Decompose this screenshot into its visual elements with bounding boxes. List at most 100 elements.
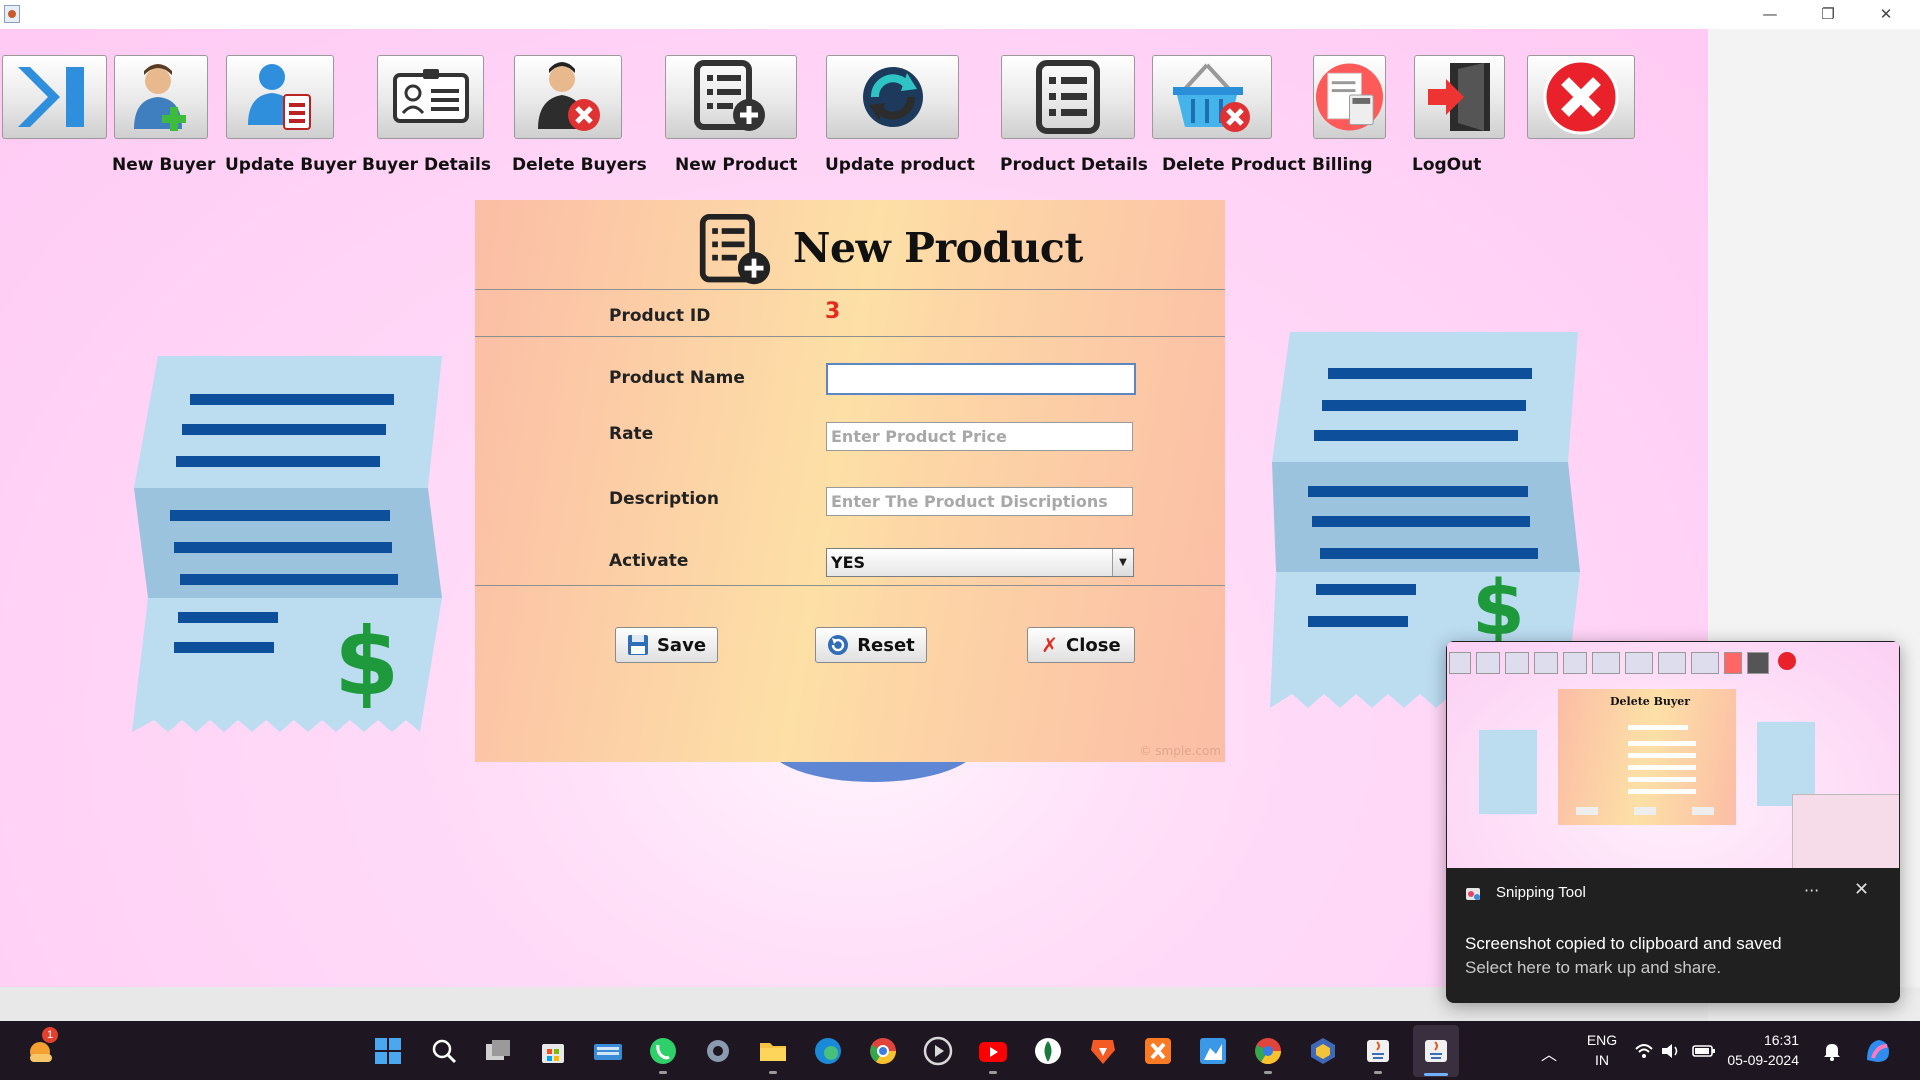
delete-buyers-button[interactable] xyxy=(514,55,622,139)
task-view-icon[interactable] xyxy=(482,1035,514,1067)
restore-button[interactable]: ❐ xyxy=(1799,0,1857,29)
settings-gear-icon[interactable] xyxy=(702,1035,734,1067)
chrome-icon[interactable] xyxy=(867,1035,899,1067)
notification-close-icon[interactable]: ✕ xyxy=(1854,879,1869,900)
notification-bell-icon[interactable] xyxy=(1820,1035,1844,1067)
new-product-panel: New Product Product ID 3 Product Name Ra… xyxy=(475,200,1225,762)
mongodb-icon[interactable] xyxy=(1032,1035,1064,1067)
update-buyer-button[interactable] xyxy=(226,55,334,139)
billing-icon xyxy=(1315,63,1384,131)
running-indicator xyxy=(1264,1071,1272,1074)
snipping-tool-notification[interactable]: Delete Buyer Snipping Tool ··· ✕ Screens… xyxy=(1446,641,1900,1003)
description-input[interactable] xyxy=(826,487,1133,516)
notification-app-name: Snipping Tool xyxy=(1496,884,1586,901)
media-player-icon[interactable] xyxy=(922,1035,954,1067)
rate-input[interactable] xyxy=(826,422,1133,451)
billing-button[interactable] xyxy=(1313,55,1386,139)
java-app-icon xyxy=(4,5,20,23)
keyboard-app-icon[interactable] xyxy=(592,1035,624,1067)
exit-button[interactable] xyxy=(1527,55,1635,139)
language-line1[interactable]: ENG xyxy=(1582,1032,1622,1048)
delete-product-button[interactable] xyxy=(1152,55,1272,139)
windows-start-icon[interactable] xyxy=(372,1035,404,1067)
reset-icon xyxy=(828,635,849,655)
running-indicator xyxy=(659,1071,667,1074)
activate-select[interactable]: YES ▼ xyxy=(826,548,1134,577)
new-product-button[interactable] xyxy=(665,55,797,139)
save-button[interactable]: Save xyxy=(615,627,718,663)
language-line2[interactable]: IN xyxy=(1582,1052,1622,1068)
microsoft-store-icon[interactable] xyxy=(537,1035,569,1067)
close-window-button[interactable]: ✕ xyxy=(1857,0,1915,29)
logout-door-icon xyxy=(1427,63,1490,131)
delete-user-icon xyxy=(538,62,600,131)
wifi-icon[interactable] xyxy=(1633,1035,1655,1067)
search-icon[interactable] xyxy=(428,1035,460,1067)
delete-buyers-label: Delete Buyers xyxy=(512,155,647,175)
exit-icon xyxy=(1543,59,1619,135)
watermark: © smple.com xyxy=(1139,744,1221,758)
youtube-icon[interactable] xyxy=(977,1035,1009,1067)
chevron-up-icon[interactable]: ︿ xyxy=(1541,1041,1557,1065)
update-product-button[interactable] xyxy=(826,55,959,139)
add-user-icon xyxy=(134,64,186,131)
close-button[interactable]: ✗ Close xyxy=(1027,627,1135,663)
description-label: Description xyxy=(609,489,719,509)
billing-label: Billing xyxy=(1312,155,1373,175)
notification-subtext: Select here to mark up and share. xyxy=(1465,958,1722,977)
edge-browser-icon[interactable] xyxy=(812,1035,844,1067)
xampp-icon[interactable] xyxy=(1142,1035,1174,1067)
buyer-details-button[interactable] xyxy=(377,55,484,139)
battery-icon[interactable] xyxy=(1692,1035,1716,1067)
divider xyxy=(475,336,1225,337)
snipping-tool-icon xyxy=(1466,888,1480,900)
whatsapp-icon[interactable] xyxy=(647,1035,679,1067)
active-indicator xyxy=(1424,1073,1448,1076)
add-list-icon xyxy=(699,213,771,285)
brave-browser-icon[interactable] xyxy=(1087,1035,1119,1067)
screenshot-thumbnail[interactable]: Delete Buyer xyxy=(1447,642,1899,868)
copilot-icon[interactable] xyxy=(1862,1035,1894,1067)
volume-icon[interactable] xyxy=(1660,1035,1682,1067)
product-name-input[interactable] xyxy=(826,363,1136,395)
activate-selected-value: YES xyxy=(831,553,866,572)
receipt-illustration-left: $ xyxy=(132,356,442,732)
divider xyxy=(475,585,1225,586)
close-label: Close xyxy=(1066,634,1121,656)
chevron-down-icon[interactable]: ▼ xyxy=(1112,549,1133,576)
running-indicator xyxy=(1374,1071,1382,1074)
virtualbox-icon[interactable] xyxy=(1307,1035,1339,1067)
clock-date[interactable]: 05-09-2024 xyxy=(1727,1052,1799,1068)
logout-label: LogOut xyxy=(1412,155,1482,175)
running-indicator xyxy=(769,1071,777,1074)
chrome-profile-icon[interactable] xyxy=(1252,1035,1284,1067)
file-explorer-icon[interactable] xyxy=(757,1035,789,1067)
reset-button[interactable]: Reset xyxy=(815,627,927,663)
reset-label: Reset xyxy=(857,634,915,656)
update-user-icon xyxy=(248,64,311,130)
skip-to-end-icon xyxy=(17,67,84,127)
weather-badge: 1 xyxy=(42,1027,58,1043)
running-indicator xyxy=(989,1071,997,1074)
new-buyer-button[interactable] xyxy=(114,55,208,139)
id-card-icon xyxy=(392,69,469,123)
skip-to-end-button[interactable] xyxy=(2,55,107,139)
product-details-button[interactable] xyxy=(1001,55,1135,139)
update-product-label: Update product xyxy=(825,155,975,175)
save-label: Save xyxy=(656,634,707,656)
rate-label: Rate xyxy=(609,424,654,444)
notification-message: Screenshot copied to clipboard and saved xyxy=(1465,934,1782,953)
buyer-details-label: Buyer Details xyxy=(362,155,491,175)
clock-time[interactable]: 16:31 xyxy=(1727,1032,1799,1048)
paint-app-icon[interactable] xyxy=(1197,1035,1229,1067)
more-options-icon[interactable]: ··· xyxy=(1804,881,1819,900)
add-list-icon xyxy=(694,60,765,131)
logout-button[interactable] xyxy=(1414,55,1505,139)
activate-label: Activate xyxy=(609,551,689,571)
window-titlebar: — ❐ ✕ xyxy=(0,0,1920,29)
floppy-disk-icon xyxy=(627,635,648,655)
minimize-button[interactable]: — xyxy=(1741,0,1799,29)
java-app-icon[interactable] xyxy=(1420,1035,1452,1067)
divider xyxy=(475,289,1225,290)
java-icon[interactable] xyxy=(1362,1035,1394,1067)
